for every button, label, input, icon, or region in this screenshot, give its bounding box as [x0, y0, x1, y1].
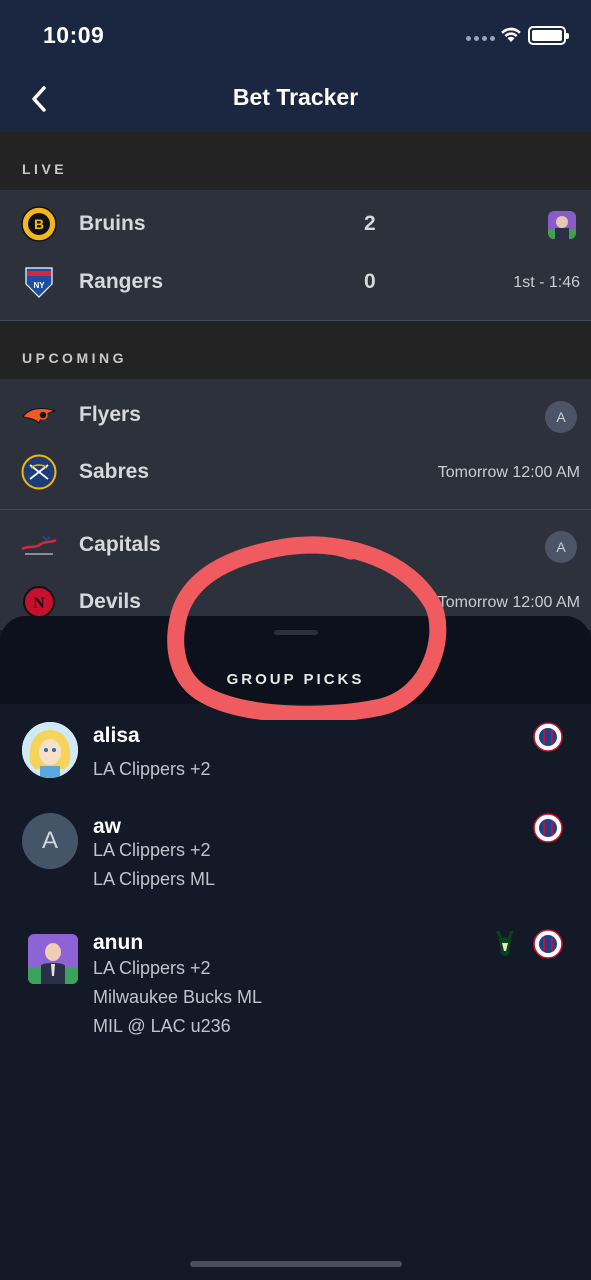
team-row-sabres: Sabres Tomorrow 12:00 AM [0, 452, 591, 492]
team-name: Rangers [79, 270, 164, 293]
sheet-grabber[interactable] [274, 630, 318, 635]
avatar: A [22, 813, 78, 869]
status-time: 10:09 [43, 22, 105, 48]
cellular-signal-icon [466, 36, 495, 41]
live-label: LIVE [22, 161, 68, 177]
pick-username: alisa [93, 724, 140, 747]
flyers-logo-icon [22, 408, 57, 424]
pick-username: aw [93, 815, 122, 838]
pick-line: LA Clippers ML [93, 869, 216, 889]
live-game-card[interactable]: B Bruins 2 NY Rangers 0 1st - 1:46 [0, 190, 591, 321]
sheet-title: GROUP PICKS [226, 671, 365, 688]
team-name: Capitals [79, 533, 161, 556]
team-name: Sabres [79, 460, 150, 483]
rangers-logo-icon: NY [25, 267, 53, 298]
user-badge: A [545, 401, 577, 433]
pick-line: LA Clippers +2 [93, 958, 211, 978]
svg-text:N: N [33, 595, 45, 612]
upcoming-section-header: UPCOMING [0, 321, 591, 379]
team-row-rangers: NY Rangers 0 1st - 1:46 [0, 262, 591, 302]
pick-row-aw[interactable]: A aw LA Clippers +2 LA Clippers ML [0, 813, 591, 913]
pick-username: anun [93, 931, 144, 954]
svg-text:NY: NY [33, 281, 45, 290]
battery-icon [528, 26, 569, 45]
clippers-logo-icon [533, 813, 563, 843]
upcoming-game-card[interactable]: Capitals A N Devils Tomorrow 12:00 AM [0, 510, 591, 630]
team-row-capitals: Capitals A [0, 525, 591, 565]
avatar [28, 934, 78, 984]
team-score: 2 [364, 212, 376, 235]
avatar [22, 722, 78, 778]
upcoming-label: UPCOMING [22, 350, 127, 366]
pick-row-anun[interactable]: anun LA Clippers +2 Milwaukee Bucks ML M… [0, 929, 591, 1059]
devils-logo-icon: N [23, 586, 55, 618]
user-badge: A [545, 531, 577, 563]
pick-line: LA Clippers +2 [93, 840, 211, 860]
capitals-logo-icon [21, 535, 57, 555]
pick-line: Milwaukee Bucks ML [93, 987, 263, 1007]
header: 10:09 Bet Tracker [0, 0, 591, 132]
team-row-flyers: Flyers A [0, 395, 591, 435]
clippers-logo-icon [533, 929, 563, 959]
pick-line: MIL @ LAC u236 [93, 1016, 231, 1036]
home-indicator [190, 1261, 402, 1267]
team-name: Devils [79, 590, 141, 613]
upcoming-game-card[interactable]: Flyers A Sabres Tomorrow 12:00 AM [0, 379, 591, 510]
live-section-header: LIVE [0, 132, 591, 190]
clippers-logo-icon [533, 722, 563, 752]
game-clock: 1st - 1:46 [513, 274, 580, 291]
user-avatar-icon [548, 211, 576, 239]
wifi-icon [501, 27, 521, 42]
team-name: Flyers [79, 403, 141, 426]
group-picks-sheet[interactable]: GROUP PICKS alisa LA Clippers +2 A aw LA… [0, 616, 591, 1280]
bruins-logo-icon: B [21, 206, 57, 242]
game-time: Tomorrow 12:00 AM [437, 594, 580, 611]
bucks-logo-icon [496, 930, 514, 956]
team-name: Bruins [79, 212, 146, 235]
page-title: Bet Tracker [232, 84, 359, 110]
game-time: Tomorrow 12:00 AM [437, 464, 580, 481]
pick-row-alisa[interactable]: alisa LA Clippers +2 [0, 722, 591, 802]
team-row-bruins: B Bruins 2 [0, 204, 591, 244]
sabres-logo-icon [21, 454, 57, 490]
team-score: 0 [364, 270, 376, 293]
svg-text:B: B [34, 216, 44, 232]
pick-line: LA Clippers +2 [93, 759, 211, 779]
sheet-header: GROUP PICKS [0, 616, 591, 704]
